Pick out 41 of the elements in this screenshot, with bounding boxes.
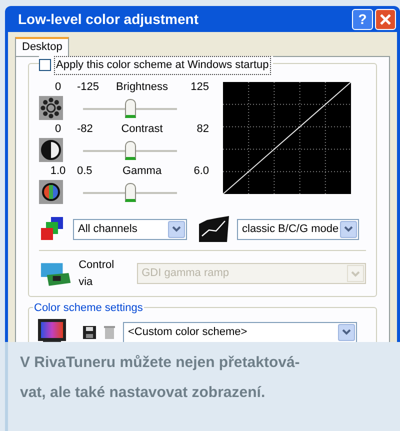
slider-value: 1.0	[49, 164, 67, 179]
slider-max: 125	[190, 80, 209, 95]
slider-value: 0	[54, 80, 62, 95]
color-layers-icon	[39, 216, 65, 242]
close-icon	[380, 14, 391, 24]
slider-value: 0	[54, 122, 62, 137]
group-title: Color scheme settings	[33, 300, 144, 316]
slider-min: 0.5	[77, 164, 94, 179]
save-icon[interactable]	[83, 326, 96, 338]
slider-thumb[interactable]	[125, 141, 136, 160]
sun-icon	[39, 96, 63, 120]
checkbox-label: Apply this color scheme at Windows startup	[54, 56, 271, 74]
dropdown[interactable]: classic B/C/G mode	[237, 218, 359, 240]
slider-label: Contrast	[120, 122, 164, 137]
slider-label: Gamma	[121, 164, 163, 179]
curve-icon	[199, 216, 229, 242]
dropdown[interactable]: All channels	[73, 218, 187, 240]
chevron-down-icon	[344, 226, 353, 232]
dropdown[interactable]: <Custom color scheme>	[123, 322, 357, 342]
chevron-down-icon	[342, 329, 351, 335]
slider-label: Brightness	[115, 80, 169, 95]
help-button[interactable]: ?	[352, 8, 373, 30]
slider-thumb[interactable]	[125, 99, 136, 118]
slider-thumb[interactable]	[125, 183, 136, 202]
monitor-icon	[37, 318, 67, 342]
control-via-label: Control via	[78, 258, 116, 290]
close-button[interactable]	[375, 8, 396, 30]
slider-min: -125	[77, 80, 100, 95]
window-title: Low-level color adjustment	[18, 10, 198, 29]
slider-max: 6.0	[192, 164, 209, 179]
contrast-icon	[39, 138, 63, 162]
checkbox[interactable]	[39, 59, 51, 72]
trash-icon[interactable]	[104, 326, 115, 338]
caption: V RivaTuneru můžete nejen přetaktová- vat, ale také nastavovat zobrazení.	[5, 342, 400, 431]
slider-max: 82	[196, 122, 209, 137]
chevron-down-icon	[172, 226, 181, 232]
color-circle-icon	[39, 180, 63, 204]
graphics-card-icon	[39, 260, 73, 286]
tab[interactable]: Desktop	[15, 37, 70, 56]
slider-min: -82	[77, 122, 94, 137]
chevron-down-icon	[347, 265, 364, 282]
